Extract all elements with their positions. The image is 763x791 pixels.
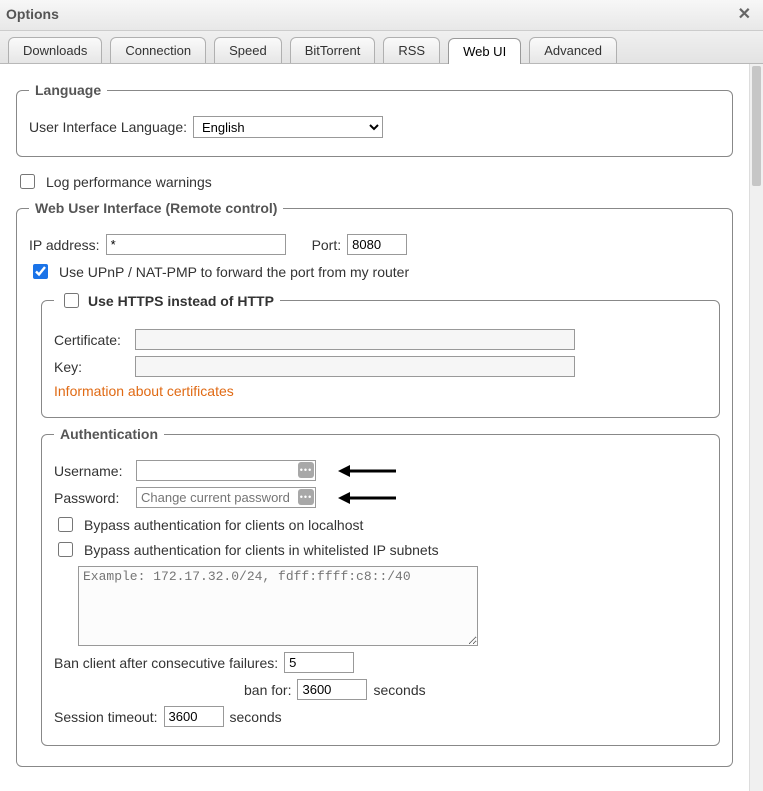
tab-speed[interactable]: Speed xyxy=(214,37,282,63)
bypass-localhost-label: Bypass authentication for clients on loc… xyxy=(84,517,363,533)
titlebar: Options ✕ xyxy=(0,0,763,31)
close-icon[interactable]: ✕ xyxy=(734,4,755,24)
ban-for-label: ban for: xyxy=(244,682,291,698)
ip-whitelist-textarea[interactable] xyxy=(78,566,478,646)
username-input[interactable] xyxy=(136,460,316,481)
key-label: Key: xyxy=(54,359,129,375)
auth-legend: Authentication xyxy=(54,426,164,442)
scrollbar-track[interactable] xyxy=(749,64,763,791)
language-select[interactable]: English xyxy=(193,116,383,138)
webui-fieldset: Web User Interface (Remote control) IP a… xyxy=(16,200,733,767)
ip-input[interactable] xyxy=(106,234,286,255)
https-fieldset: Use HTTPS instead of HTTP Certificate: K… xyxy=(41,290,720,418)
tab-downloads[interactable]: Downloads xyxy=(8,37,102,63)
session-timeout-label: Session timeout: xyxy=(54,709,158,725)
ban-for-input[interactable] xyxy=(297,679,367,700)
session-timeout-seconds: seconds xyxy=(230,709,282,725)
password-manager-icon[interactable]: ••• xyxy=(298,462,314,478)
window-title: Options xyxy=(6,6,59,22)
tab-rss[interactable]: RSS xyxy=(383,37,440,63)
tab-advanced[interactable]: Advanced xyxy=(529,37,617,63)
arrow-annotation-icon xyxy=(338,462,398,480)
ban-for-seconds: seconds xyxy=(373,682,425,698)
tab-bittorrent[interactable]: BitTorrent xyxy=(290,37,376,63)
scrollbar-thumb[interactable] xyxy=(752,66,761,186)
auth-fieldset: Authentication Username: ••• Password: xyxy=(41,426,720,746)
ban-fail-label: Ban client after consecutive failures: xyxy=(54,655,278,671)
language-fieldset: Language User Interface Language: Englis… xyxy=(16,82,733,157)
https-checkbox[interactable] xyxy=(64,293,79,308)
port-label: Port: xyxy=(312,237,342,253)
https-legend-text: Use HTTPS instead of HTTP xyxy=(88,293,274,309)
key-input[interactable] xyxy=(135,356,575,377)
password-label: Password: xyxy=(54,490,130,506)
tab-webui[interactable]: Web UI xyxy=(448,38,521,64)
bypass-localhost-checkbox[interactable] xyxy=(58,517,73,532)
language-legend: Language xyxy=(29,82,107,98)
password-input[interactable] xyxy=(136,487,316,508)
tabs: Downloads Connection Speed BitTorrent RS… xyxy=(0,31,763,64)
log-perf-label: Log performance warnings xyxy=(46,174,212,190)
bypass-whitelist-label: Bypass authentication for clients in whi… xyxy=(84,542,439,558)
port-input[interactable] xyxy=(347,234,407,255)
password-manager-icon[interactable]: ••• xyxy=(298,489,314,505)
bypass-whitelist-checkbox[interactable] xyxy=(58,542,73,557)
session-timeout-input[interactable] xyxy=(164,706,224,727)
log-perf-checkbox[interactable] xyxy=(20,174,35,189)
username-label: Username: xyxy=(54,463,130,479)
arrow-annotation-icon xyxy=(338,489,398,507)
https-legend: Use HTTPS instead of HTTP xyxy=(54,290,280,311)
cert-label: Certificate: xyxy=(54,332,129,348)
upnp-label: Use UPnP / NAT-PMP to forward the port f… xyxy=(59,264,409,280)
ban-fail-input[interactable] xyxy=(284,652,354,673)
cert-input[interactable] xyxy=(135,329,575,350)
language-label: User Interface Language: xyxy=(29,119,187,135)
tab-connection[interactable]: Connection xyxy=(110,37,206,63)
ip-label: IP address: xyxy=(29,237,100,253)
webui-legend: Web User Interface (Remote control) xyxy=(29,200,283,216)
content: Language User Interface Language: Englis… xyxy=(0,64,749,791)
cert-info-link[interactable]: Information about certificates xyxy=(54,383,234,399)
upnp-checkbox[interactable] xyxy=(33,264,48,279)
